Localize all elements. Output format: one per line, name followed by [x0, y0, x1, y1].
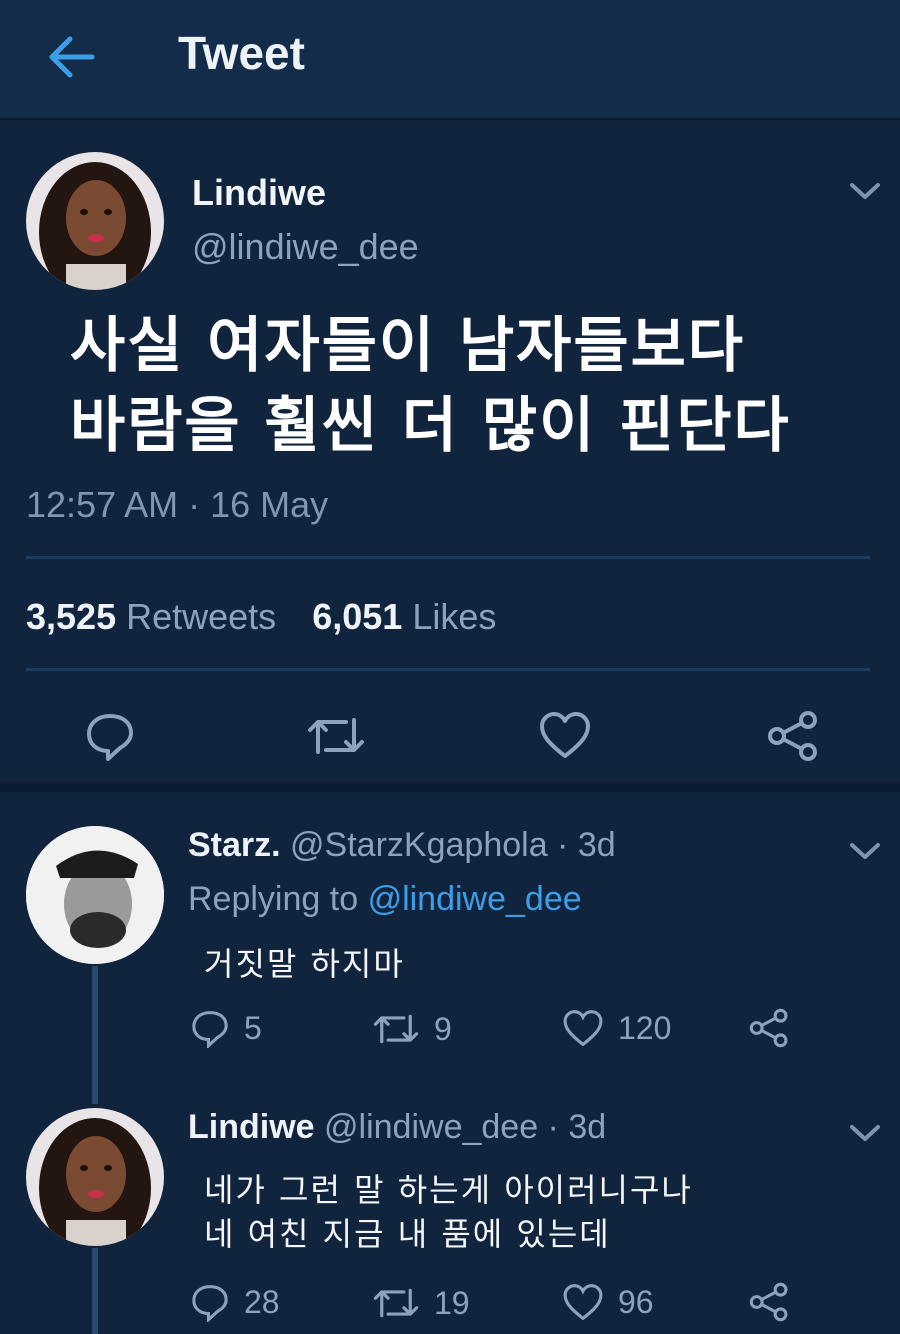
reply-text: 거짓말 하지마	[204, 945, 405, 983]
section-separator	[0, 782, 900, 792]
tweet-timestamp: 12:57 AM · 16 May	[26, 484, 329, 525]
reply-header: Lindiwe @lindiwe_dee · 3d	[188, 1108, 606, 1147]
reply-header: Starz. @StarzKgaphola · 3d	[188, 826, 616, 865]
tweet-stats: 3,525 Retweets 6,051 Likes	[26, 596, 522, 638]
author-name[interactable]: Lindiwe	[192, 172, 326, 214]
reply-icon[interactable]	[190, 1282, 230, 1322]
reply-count: 5	[244, 1009, 262, 1046]
replying-to: Replying to @lindiwe_dee	[188, 880, 582, 919]
avatar[interactable]	[26, 152, 164, 290]
heart-icon[interactable]	[562, 1008, 604, 1048]
page-title: Tweet	[178, 27, 305, 79]
reply-meta[interactable]: @StarzKgaphola · 3d	[290, 826, 616, 864]
arrow-left-icon[interactable]	[42, 28, 100, 86]
retweet-count: 9	[434, 1010, 452, 1047]
reply-icon[interactable]	[84, 710, 136, 762]
author-handle[interactable]: @lindiwe_dee	[192, 226, 419, 268]
avatar[interactable]	[26, 826, 164, 964]
avatar[interactable]	[26, 1108, 164, 1246]
replying-handle-link[interactable]: @lindiwe_dee	[368, 880, 582, 918]
heart-icon[interactable]	[562, 1282, 604, 1322]
retweet-icon[interactable]	[306, 712, 366, 760]
share-icon[interactable]	[748, 1008, 790, 1048]
like-count: 120	[618, 1009, 672, 1046]
reply-author-name[interactable]: Starz.	[188, 826, 281, 864]
retweet-icon[interactable]	[372, 1010, 420, 1048]
reply-action[interactable]: 5	[190, 1008, 262, 1048]
share-icon[interactable]	[748, 1282, 790, 1322]
reply-meta[interactable]: @lindiwe_dee · 3d	[324, 1108, 606, 1146]
reply-action[interactable]: 28	[190, 1282, 280, 1322]
like-count: 96	[618, 1283, 654, 1320]
chevron-down-icon[interactable]	[848, 1122, 882, 1144]
divider	[26, 668, 870, 671]
top-bar: Tweet	[0, 0, 900, 120]
chevron-down-icon[interactable]	[848, 180, 882, 202]
heart-icon[interactable]	[538, 710, 592, 760]
reply-count: 28	[244, 1283, 280, 1320]
thread-line	[92, 966, 98, 1104]
chevron-down-icon[interactable]	[848, 840, 882, 862]
like-action[interactable]: 96	[562, 1282, 654, 1322]
reply-author-name[interactable]: Lindiwe	[188, 1108, 315, 1146]
retweets-label[interactable]: Retweets	[126, 596, 276, 637]
share-icon[interactable]	[766, 710, 820, 762]
retweets-count[interactable]: 3,525	[26, 596, 116, 637]
retweet-icon[interactable]	[372, 1284, 420, 1322]
replying-prefix: Replying to	[188, 880, 359, 918]
likes-count[interactable]: 6,051	[312, 596, 402, 637]
likes-label[interactable]: Likes	[412, 596, 496, 637]
like-action[interactable]: 120	[562, 1008, 671, 1048]
tweet-text: 사실 여자들이 남자들보다 바람을 훨씬 더 많이 핀단다	[70, 311, 791, 461]
retweet-count: 19	[434, 1284, 470, 1321]
reply-text: 네가 그런 말 하는게 아이러니구나 네 여친 지금 내 품에 있는데	[204, 1171, 693, 1253]
reply-icon[interactable]	[190, 1008, 230, 1048]
retweet-action[interactable]: 19	[372, 1284, 470, 1322]
divider	[26, 556, 870, 559]
thread-line	[92, 1248, 98, 1334]
retweet-action[interactable]: 9	[372, 1010, 452, 1048]
